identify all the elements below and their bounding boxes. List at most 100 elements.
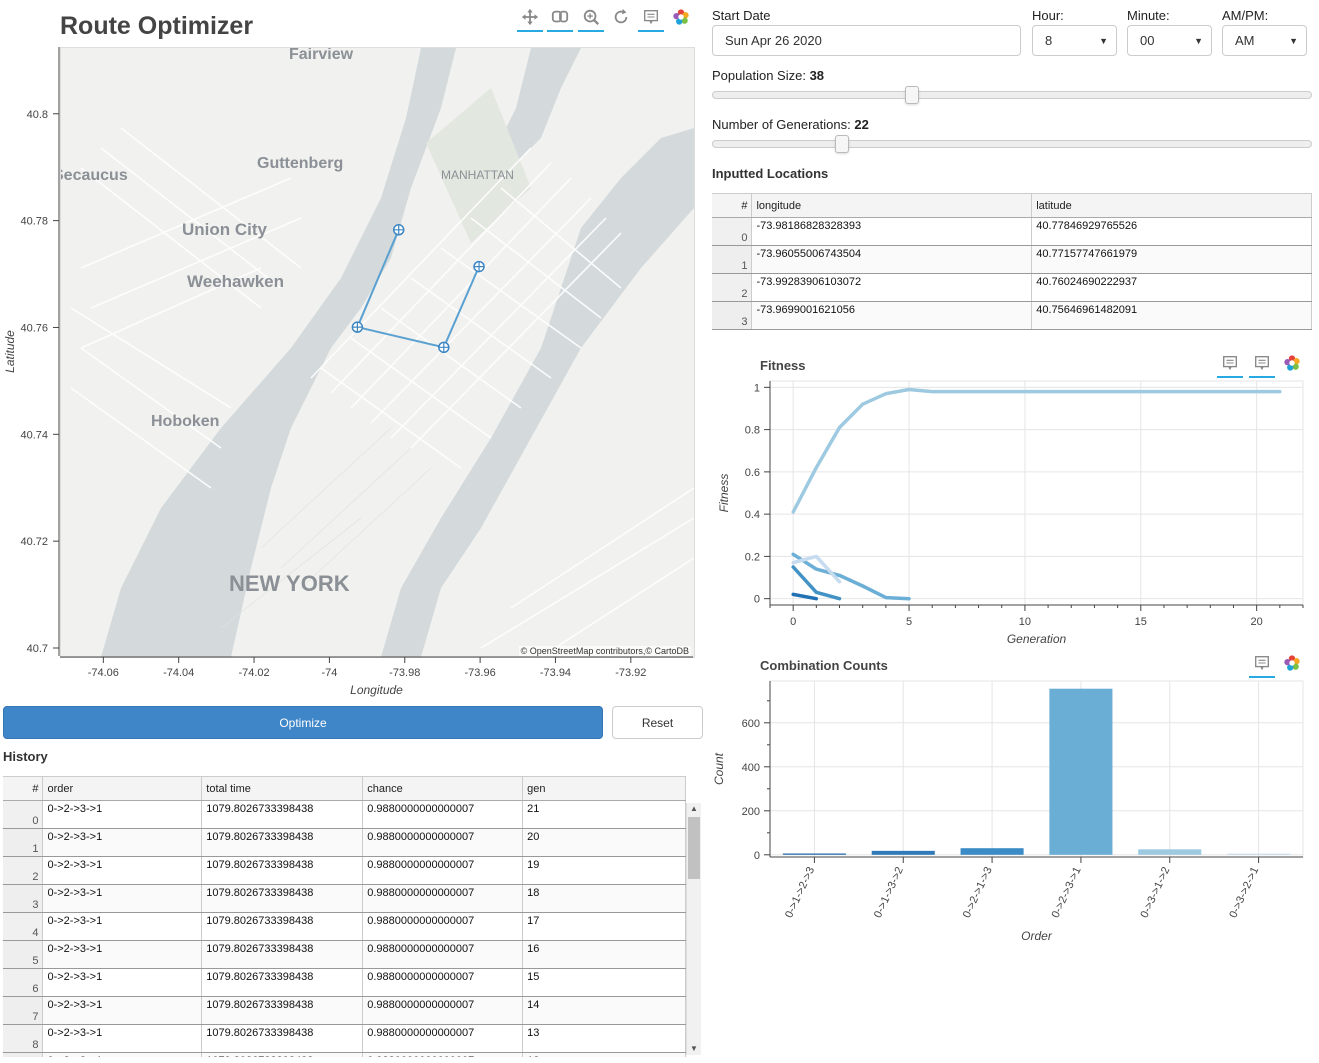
fitness-chart[interactable]: 0 5 10 15 20 0 0.2 0.4 0.6 0.8 1 Generation Fitness xyxy=(705,378,1317,650)
column-header[interactable]: longitude xyxy=(751,194,1033,218)
bokeh-logo-icon[interactable] xyxy=(668,4,694,30)
bar[interactable] xyxy=(960,848,1024,855)
table-cell: 0.9880000000000007 xyxy=(362,856,524,885)
ampm-select[interactable]: AM ▼ xyxy=(1222,25,1307,56)
column-header[interactable]: gen xyxy=(522,777,686,801)
x-tick-label: 0->2->1->3 xyxy=(961,865,995,920)
bar[interactable] xyxy=(871,850,935,855)
column-header[interactable]: total time xyxy=(201,777,364,801)
ampm-label: AM/PM: xyxy=(1222,8,1269,23)
scroll-thumb[interactable] xyxy=(688,817,700,879)
x-tick-label: -73.94 xyxy=(540,667,571,679)
history-title: History xyxy=(3,749,48,764)
table-cell: 1079.8026733398438 xyxy=(201,884,364,913)
minute-select[interactable]: 00 ▼ xyxy=(1127,25,1212,56)
row-index: 0 xyxy=(712,217,753,246)
hover-icon[interactable] xyxy=(1217,350,1243,378)
start-date-input[interactable]: Sun Apr 26 2020 xyxy=(712,25,1021,56)
history-scrollbar[interactable]: ▲ ▼ xyxy=(686,803,701,1055)
row-index: 7 xyxy=(3,996,44,1025)
location-row[interactable]: 3 -73.9699001621056 40.75646961482091 xyxy=(712,301,1312,330)
pan-icon[interactable] xyxy=(517,4,543,32)
wheel-zoom-icon[interactable] xyxy=(578,4,604,32)
y-axis-label: Count xyxy=(712,752,726,785)
generations-slider[interactable] xyxy=(712,140,1312,148)
table-cell: 40.77157747661979 xyxy=(1031,245,1312,274)
hover-icon[interactable] xyxy=(638,4,664,32)
column-header[interactable]: # xyxy=(712,194,753,218)
generations-slider-handle[interactable] xyxy=(835,135,850,153)
row-index: 2 xyxy=(712,273,753,302)
history-row[interactable]: 1 0->2->3->1 1079.8026733398438 0.988000000… xyxy=(3,828,686,857)
history-row[interactable]: 0 0->2->3->1 1079.8026733398438 0.988000000… xyxy=(3,800,686,829)
history-row[interactable]: 2 0->2->3->1 1079.8026733398438 0.988000000… xyxy=(3,856,686,885)
table-cell: 0->2->3->1 xyxy=(42,884,203,913)
location-row[interactable]: 0 -73.98186828328393 40.77846929765526 xyxy=(712,217,1312,246)
history-row[interactable]: 5 0->2->3->1 1079.8026733398438 0.988000000… xyxy=(3,940,686,969)
table-cell: 0->2->3->1 xyxy=(42,1024,203,1053)
table-cell: 20 xyxy=(522,828,686,857)
scroll-up-icon[interactable]: ▲ xyxy=(690,804,698,813)
population-value: 38 xyxy=(809,68,825,83)
reset-icon[interactable] xyxy=(608,4,634,30)
scroll-down-icon[interactable]: ▼ xyxy=(690,1044,698,1053)
location-row[interactable]: 2 -73.99283906103072 40.76024690222937 xyxy=(712,273,1312,302)
bokeh-logo-icon[interactable] xyxy=(1279,650,1305,676)
box-zoom-icon[interactable] xyxy=(547,4,573,32)
table-cell: 18 xyxy=(522,884,686,913)
table-cell: 1079.8026733398438 xyxy=(201,1052,364,1057)
y-tick-label: 40.8 xyxy=(27,109,48,121)
bar[interactable] xyxy=(1138,849,1202,855)
fitness-chart-title: Fitness xyxy=(760,358,806,373)
column-header[interactable]: order xyxy=(42,777,203,801)
hour-select[interactable]: 8 ▼ xyxy=(1032,25,1117,56)
x-axis-label: Order xyxy=(1021,929,1053,943)
history-table-container[interactable]: # order total time chance gen 0 0->2->3->1 107… xyxy=(3,776,686,1057)
history-table[interactable]: # order total time chance gen 0 0->2->3->1 107… xyxy=(3,777,686,1057)
x-tick-label: 0->3->2->1 xyxy=(1227,865,1261,920)
table-cell: 0.9880000000000007 xyxy=(362,1024,524,1053)
column-header[interactable]: latitude xyxy=(1031,194,1312,218)
table-cell: 17 xyxy=(522,912,686,941)
y-tick-label: 0.2 xyxy=(745,551,760,563)
y-tick-label: 0.8 xyxy=(745,425,760,437)
bokeh-logo-icon[interactable] xyxy=(1279,350,1305,376)
y-tick-label: 0.6 xyxy=(745,467,760,479)
x-axis-label: Longitude xyxy=(350,683,403,697)
x-tick-label: 5 xyxy=(906,616,912,628)
table-cell: 40.76024690222937 xyxy=(1031,273,1312,302)
ampm-value: AM xyxy=(1235,33,1255,48)
location-row[interactable]: 1 -73.96055006743504 40.77157747661979 xyxy=(712,245,1312,274)
history-row[interactable]: 8 0->2->3->1 1079.8026733398438 0.988000000… xyxy=(3,1024,686,1053)
x-tick-label: 0->1->2->3 xyxy=(783,865,817,920)
locations-table[interactable]: # longitude latitude 0 -73.98186828328393 40… xyxy=(712,194,1312,330)
history-row[interactable]: 90->2->3->11079.80267333984380.988000000… xyxy=(3,1052,686,1057)
x-tick-label: -74.06 xyxy=(88,667,119,679)
bar[interactable] xyxy=(782,853,846,855)
history-row[interactable]: 6 0->2->3->1 1079.8026733398438 0.988000000… xyxy=(3,968,686,997)
column-header[interactable]: chance xyxy=(362,777,524,801)
bar[interactable] xyxy=(1049,688,1113,855)
history-row[interactable]: 4 0->2->3->1 1079.8026733398438 0.988000000… xyxy=(3,912,686,941)
combo-chart[interactable]: 0 200 400 600 0->1->2->3 0->1->3->2 0->2->1->3… xyxy=(705,678,1317,950)
column-header[interactable]: # xyxy=(3,777,44,801)
row-index: 3 xyxy=(712,301,753,330)
history-row[interactable]: 7 0->2->3->1 1079.8026733398438 0.988000000… xyxy=(3,996,686,1025)
hover-icon[interactable] xyxy=(1249,350,1275,378)
y-axis-label: Fitness xyxy=(717,474,731,513)
table-cell: -73.99283906103072 xyxy=(751,273,1033,302)
reset-button[interactable]: Reset xyxy=(612,706,703,739)
row-index: 1 xyxy=(3,828,44,857)
x-tick-label: 0->1->3->2 xyxy=(872,865,906,920)
bar[interactable] xyxy=(1227,853,1291,855)
chevron-down-icon: ▼ xyxy=(1289,35,1298,46)
table-cell: 1079.8026733398438 xyxy=(201,800,364,829)
hover-icon[interactable] xyxy=(1249,650,1275,678)
locations-table-container[interactable]: # longitude latitude 0 -73.98186828328393 40… xyxy=(712,193,1312,330)
population-slider[interactable] xyxy=(712,91,1312,99)
y-tick-label: 1 xyxy=(754,382,760,394)
row-index: 6 xyxy=(3,968,44,997)
population-slider-handle[interactable] xyxy=(905,86,920,104)
optimize-button[interactable]: Optimize xyxy=(3,706,603,739)
history-row[interactable]: 3 0->2->3->1 1079.8026733398438 0.988000000… xyxy=(3,884,686,913)
